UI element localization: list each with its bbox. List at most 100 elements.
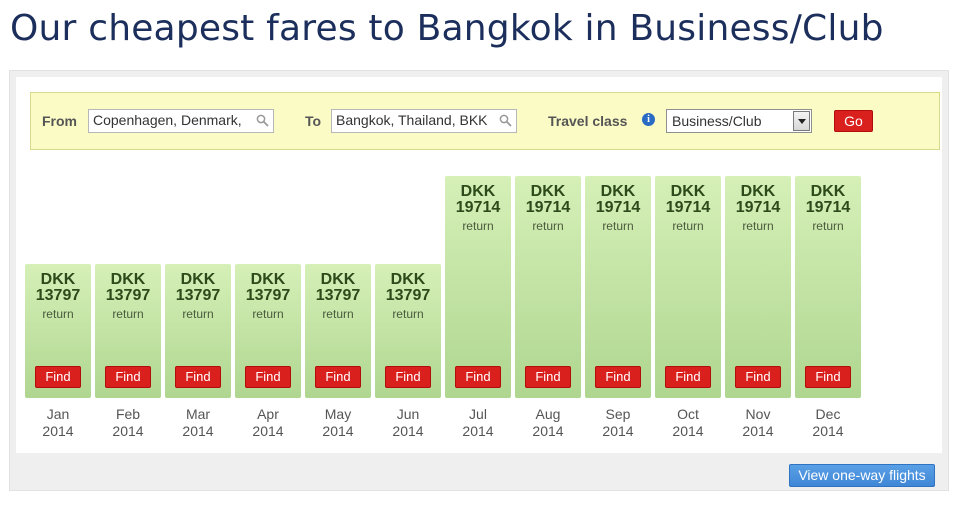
month-name: Jun bbox=[396, 406, 420, 422]
month-name: May bbox=[324, 406, 352, 422]
find-button[interactable]: Find bbox=[245, 366, 291, 388]
month-label: Aug 2014 bbox=[515, 406, 581, 440]
month-year: 2014 bbox=[322, 423, 354, 439]
month-label: Jan 2014 bbox=[25, 406, 91, 440]
from-value: Copenhagen, Denmark, bbox=[93, 112, 242, 128]
month-label: Sep 2014 bbox=[585, 406, 651, 440]
month-label: Nov 2014 bbox=[725, 406, 791, 440]
fare-column[interactable]: DKK 19714 return Find bbox=[515, 176, 581, 398]
find-button[interactable]: Find bbox=[665, 366, 711, 388]
fare-type-label: return bbox=[42, 307, 74, 321]
fare-amount: 19714 bbox=[525, 199, 571, 216]
fare-calendar: From Copenhagen, Denmark, To Bangkok, Th… bbox=[16, 77, 942, 487]
to-value: Bangkok, Thailand, BKK bbox=[336, 112, 488, 128]
month-label: Jul 2014 bbox=[445, 406, 511, 440]
fare-column[interactable]: DKK 19714 return Find bbox=[725, 176, 791, 398]
search-icon bbox=[256, 114, 269, 127]
month-year: 2014 bbox=[532, 423, 564, 439]
fare-amount: 19714 bbox=[665, 199, 711, 216]
month-label: Feb 2014 bbox=[95, 406, 161, 440]
month-year: 2014 bbox=[112, 423, 144, 439]
find-button[interactable]: Find bbox=[735, 366, 781, 388]
fare-type-label: return bbox=[322, 307, 354, 321]
month-name: Oct bbox=[677, 406, 699, 422]
fare-amount: 19714 bbox=[455, 199, 501, 216]
month-year: 2014 bbox=[742, 423, 774, 439]
fare-amount: 13797 bbox=[315, 287, 361, 304]
travel-class-label: Travel class bbox=[548, 113, 628, 129]
month-year: 2014 bbox=[672, 423, 704, 439]
fare-type-label: return bbox=[182, 307, 214, 321]
fare-column[interactable]: DKK 19714 return Find bbox=[795, 176, 861, 398]
fare-amount: 19714 bbox=[595, 199, 641, 216]
month-label: Oct 2014 bbox=[655, 406, 721, 440]
month-year: 2014 bbox=[42, 423, 74, 439]
fare-type-label: return bbox=[252, 307, 284, 321]
fare-column[interactable]: DKK 19714 return Find bbox=[655, 176, 721, 398]
find-button[interactable]: Find bbox=[175, 366, 221, 388]
fare-amount: 19714 bbox=[735, 199, 781, 216]
fare-column[interactable]: DKK 13797 return Find bbox=[375, 264, 441, 398]
fare-type-label: return bbox=[532, 219, 564, 233]
fare-amount: 13797 bbox=[175, 287, 221, 304]
find-button[interactable]: Find bbox=[35, 366, 81, 388]
month-name: Sep bbox=[605, 406, 631, 422]
fare-column[interactable]: DKK 13797 return Find bbox=[305, 264, 371, 398]
find-button[interactable]: Find bbox=[105, 366, 151, 388]
travel-class-select[interactable]: Business/Club bbox=[666, 109, 812, 133]
month-name: Mar bbox=[185, 406, 211, 422]
month-label: Apr 2014 bbox=[235, 406, 301, 440]
go-button[interactable]: Go bbox=[834, 110, 873, 132]
fare-column[interactable]: DKK 19714 return Find bbox=[585, 176, 651, 398]
find-button[interactable]: Find bbox=[455, 366, 501, 388]
month-year: 2014 bbox=[182, 423, 214, 439]
fare-type-label: return bbox=[602, 219, 634, 233]
month-name: Jan bbox=[46, 406, 70, 422]
find-button[interactable]: Find bbox=[315, 366, 361, 388]
find-button[interactable]: Find bbox=[385, 366, 431, 388]
month-year: 2014 bbox=[462, 423, 494, 439]
find-button[interactable]: Find bbox=[805, 366, 851, 388]
fare-column[interactable]: DKK 13797 return Find bbox=[165, 264, 231, 398]
month-label: Dec 2014 bbox=[795, 406, 861, 440]
find-button[interactable]: Find bbox=[525, 366, 571, 388]
month-year: 2014 bbox=[812, 423, 844, 439]
fare-type-label: return bbox=[462, 219, 494, 233]
to-label: To bbox=[305, 113, 322, 129]
view-one-way-flights-button[interactable]: View one-way flights bbox=[789, 464, 935, 487]
month-name: Apr bbox=[257, 406, 279, 422]
info-icon[interactable]: i bbox=[642, 113, 655, 126]
fare-calendar-panel: From Copenhagen, Denmark, To Bangkok, Th… bbox=[9, 70, 949, 491]
fare-column[interactable]: DKK 13797 return Find bbox=[95, 264, 161, 398]
fare-type-label: return bbox=[672, 219, 704, 233]
chevron-down-icon[interactable] bbox=[793, 111, 810, 131]
fare-amount: 13797 bbox=[105, 287, 151, 304]
fare-column[interactable]: DKK 13797 return Find bbox=[235, 264, 301, 398]
month-year: 2014 bbox=[602, 423, 634, 439]
fare-type-label: return bbox=[742, 219, 774, 233]
fare-column[interactable]: DKK 19714 return Find bbox=[445, 176, 511, 398]
travel-class-value: Business/Club bbox=[672, 113, 762, 129]
month-year: 2014 bbox=[252, 423, 284, 439]
fare-amount: 13797 bbox=[245, 287, 291, 304]
fare-type-label: return bbox=[112, 307, 144, 321]
month-label: Mar 2014 bbox=[165, 406, 231, 440]
fare-amount: 19714 bbox=[805, 199, 851, 216]
month-label: Jun 2014 bbox=[375, 406, 441, 440]
month-name: Jul bbox=[469, 406, 487, 422]
search-icon bbox=[499, 114, 512, 127]
month-name: Aug bbox=[535, 406, 561, 422]
fare-column[interactable]: DKK 13797 return Find bbox=[25, 264, 91, 398]
from-field[interactable]: Copenhagen, Denmark, bbox=[88, 109, 274, 133]
to-field[interactable]: Bangkok, Thailand, BKK bbox=[331, 109, 517, 133]
from-label: From bbox=[42, 113, 77, 129]
find-button[interactable]: Find bbox=[595, 366, 641, 388]
month-name: Dec bbox=[815, 406, 841, 422]
fare-amount: 13797 bbox=[35, 287, 81, 304]
month-name: Feb bbox=[115, 406, 141, 422]
fare-type-label: return bbox=[812, 219, 844, 233]
month-year: 2014 bbox=[392, 423, 424, 439]
month-name: Nov bbox=[745, 406, 771, 422]
month-label: May 2014 bbox=[305, 406, 371, 440]
search-bar: From Copenhagen, Denmark, To Bangkok, Th… bbox=[30, 92, 940, 150]
